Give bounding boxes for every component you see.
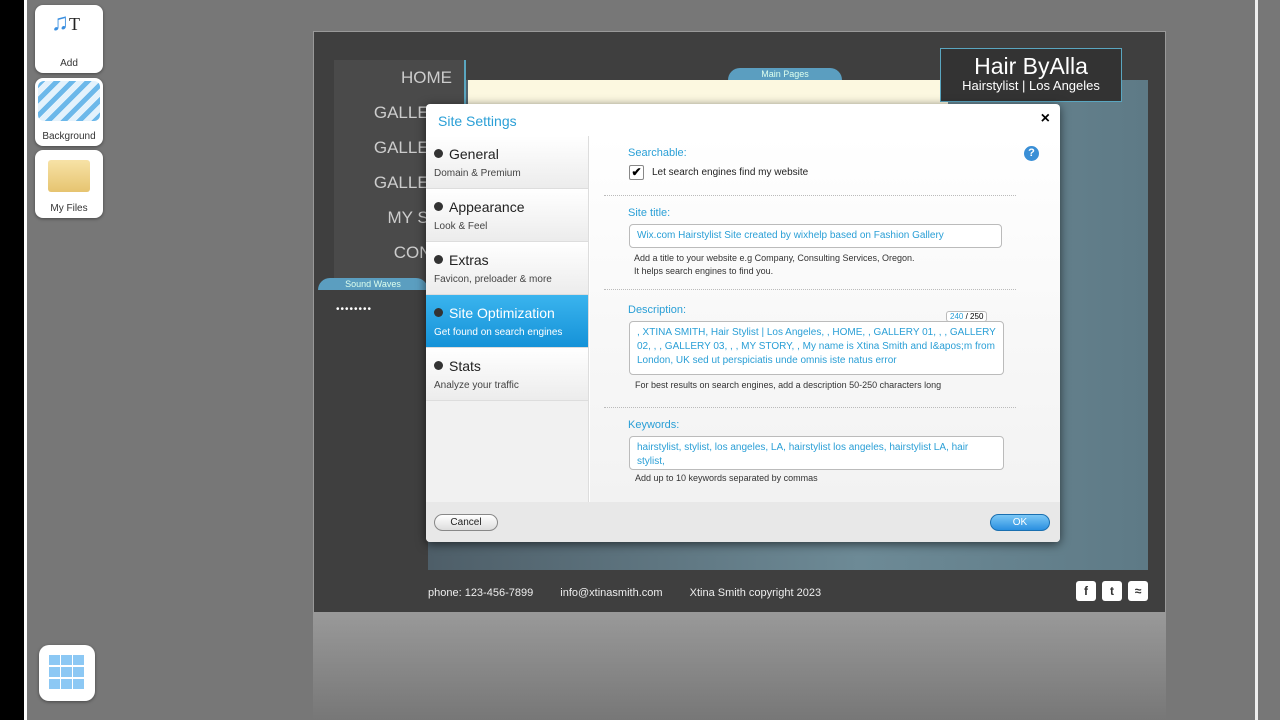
separator <box>604 289 1016 290</box>
description-textarea[interactable]: , XTINA SMITH, Hair Stylist | Los Angele… <box>629 321 1004 375</box>
background-stripes-icon <box>38 81 100 121</box>
searchable-checkbox[interactable]: ✔ <box>629 165 644 180</box>
menu-title: General <box>449 146 499 162</box>
footer-email[interactable]: info@xtinasmith.com <box>560 587 662 599</box>
settings-menu: General Domain & Premium Appearance Look &… <box>426 136 589 502</box>
screen-edge <box>0 0 24 720</box>
pages-grid-button[interactable] <box>39 645 95 701</box>
description-label: Description: <box>628 304 687 316</box>
rss-icon[interactable]: ≈ <box>1128 581 1148 601</box>
sound-waves-tab[interactable]: Sound Waves <box>318 278 428 290</box>
divider <box>1255 0 1258 720</box>
menu-subtitle: Look & Feel <box>434 221 488 232</box>
help-icon[interactable]: ? <box>1024 146 1039 161</box>
add-media-icon: ♫T <box>51 9 80 36</box>
main-pages-tab[interactable]: Main Pages <box>728 68 842 80</box>
separator <box>604 407 1016 408</box>
add-label: Add <box>60 58 78 69</box>
site-optimization-panel: ? Searchable: ✔ Let search engines find … <box>590 136 1060 502</box>
background-button[interactable]: Background <box>35 78 103 146</box>
facebook-icon[interactable]: f <box>1076 581 1096 601</box>
description-hint: For best results on search engines, add … <box>635 380 942 390</box>
searchable-checkbox-label[interactable]: Let search engines find my website <box>652 167 808 178</box>
my-files-button[interactable]: My Files <box>35 150 103 218</box>
menu-appearance[interactable]: Appearance Look & Feel <box>426 189 588 242</box>
grid-icon <box>49 655 85 689</box>
menu-subtitle: Domain & Premium <box>434 168 521 179</box>
menu-stats[interactable]: Stats Analyze your traffic <box>426 348 588 401</box>
site-title-label: Site title: <box>628 207 671 219</box>
keywords-hint: Add up to 10 keywords separated by comma… <box>635 473 818 483</box>
site-title-hint: Add a title to your website e.g Company,… <box>634 253 915 263</box>
footer-phone: phone: 123-456-7899 <box>428 587 534 599</box>
menu-general[interactable]: General Domain & Premium <box>426 136 588 189</box>
menu-title: Stats <box>449 358 481 374</box>
site-settings-dialog: Site Settings × General Domain & Premium … <box>426 104 1060 542</box>
dialog-footer: Cancel OK <box>426 502 1060 542</box>
divider <box>24 0 27 720</box>
site-title-input[interactable]: Wix.com Hairstylist Site created by wixh… <box>629 224 1002 248</box>
background-label: Background <box>42 131 96 142</box>
site-title-hint: It helps search engines to find you. <box>634 266 774 276</box>
cancel-button[interactable]: Cancel <box>434 514 498 531</box>
footer-copyright: Xtina Smith copyright 2023 <box>689 587 822 599</box>
dots-indicator: •••••••• <box>336 304 373 315</box>
my-files-label: My Files <box>50 203 88 214</box>
menu-title: Extras <box>449 252 489 268</box>
menu-extras[interactable]: Extras Favicon, preloader & more <box>426 242 588 295</box>
keywords-textarea[interactable]: hairstylist, stylist, los angeles, LA, h… <box>629 436 1004 470</box>
menu-subtitle: Get found on search engines <box>434 327 563 338</box>
separator <box>604 195 1016 196</box>
menu-title: Appearance <box>449 199 525 215</box>
searchable-label: Searchable: <box>628 147 687 159</box>
logo-title: Hair ByAlla <box>974 53 1088 79</box>
close-icon[interactable]: × <box>1041 110 1050 128</box>
bullet-icon <box>434 255 443 264</box>
menu-title: Site Optimization <box>449 305 555 321</box>
add-button[interactable]: ♫T Add <box>35 5 103 73</box>
site-footer: phone: 123-456-7899 info@xtinasmith.com … <box>428 587 845 599</box>
menu-subtitle: Analyze your traffic <box>434 380 519 391</box>
bullet-icon <box>434 308 443 317</box>
bullet-icon <box>434 361 443 370</box>
bullet-icon <box>434 202 443 211</box>
dialog-title: Site Settings <box>438 113 517 129</box>
menu-subtitle: Favicon, preloader & more <box>434 274 552 285</box>
folder-icon <box>48 160 90 192</box>
nav-home[interactable]: HOME <box>334 60 464 95</box>
bullet-icon <box>434 149 443 158</box>
site-logo: Hair ByAlla Hairstylist | Los Angeles <box>940 48 1122 102</box>
canvas-below <box>313 613 1166 720</box>
ok-button[interactable]: OK <box>990 514 1050 531</box>
twitter-icon[interactable]: t <box>1102 581 1122 601</box>
description-max: / 250 <box>965 312 984 321</box>
description-count: 240 <box>950 312 964 321</box>
menu-site-optimization[interactable]: Site Optimization Get found on search eng… <box>426 295 588 348</box>
logo-subtitle: Hairstylist | Los Angeles <box>962 78 1100 93</box>
keywords-label: Keywords: <box>628 419 680 431</box>
